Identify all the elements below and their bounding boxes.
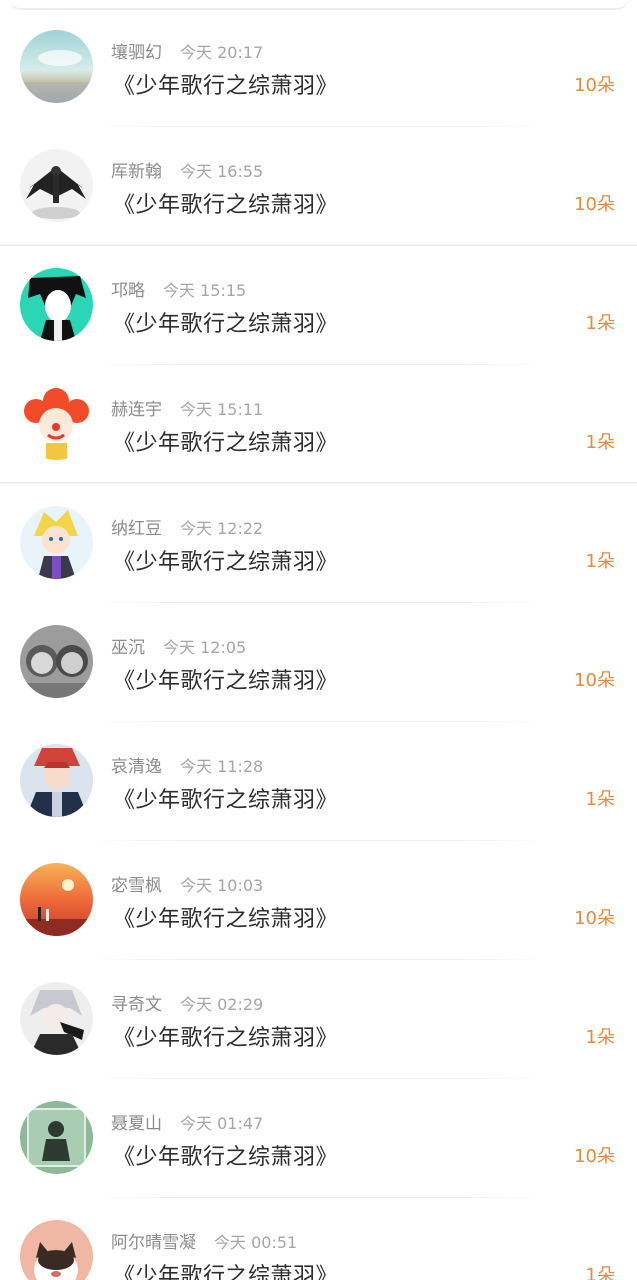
user-name: 纳红豆 今天 12:22: [111, 519, 264, 539]
gift-title: 《少年歌行之综萧羽》: [113, 907, 339, 932]
avatar[interactable]: [20, 387, 93, 460]
gift-title: 《少年歌行之综萧羽》: [113, 193, 339, 218]
flower-count: 10朵: [574, 670, 615, 691]
list-item[interactable]: 宓雪枫 今天 10:03 《少年歌行之综萧羽》 10朵: [0, 841, 637, 960]
list-item[interactable]: 巫沉 今天 12:05 《少年歌行之综萧羽》 10朵: [0, 603, 637, 722]
timestamp: 今天 15:11: [180, 400, 264, 419]
gift-title: 《少年歌行之综萧羽》: [113, 1026, 339, 1051]
gift-title: 《少年歌行之综萧羽》: [113, 74, 339, 99]
user-name: 阿尔晴雪凝 今天 00:51: [111, 1233, 298, 1253]
avatar[interactable]: [20, 863, 93, 936]
flower-count: 10朵: [574, 75, 615, 96]
avatar[interactable]: [20, 744, 93, 817]
avatar[interactable]: [20, 149, 93, 222]
timestamp: 今天 16:55: [180, 162, 264, 181]
gift-list-page: 壤驷幻 今天 20:17 《少年歌行之综萧羽》 10朵 厍新翰 今天 16:55 《…: [0, 0, 637, 1280]
gift-title: 《少年歌行之综萧羽》: [113, 1145, 339, 1170]
timestamp: 今天 10:03: [180, 876, 264, 895]
flower-count: 1朵: [585, 789, 615, 810]
user-name: 壤驷幻 今天 20:17: [111, 43, 264, 63]
gift-title: 《少年歌行之综萧羽》: [113, 431, 339, 456]
user-name: 邛略 今天 15:15: [111, 281, 247, 301]
avatar[interactable]: [20, 1220, 93, 1280]
list-item[interactable]: 邛略 今天 15:15 《少年歌行之综萧羽》 1朵: [0, 246, 637, 365]
timestamp: 今天 20:17: [180, 43, 264, 62]
list-item[interactable]: 聂夏山 今天 01:47 《少年歌行之综萧羽》 10朵: [0, 1079, 637, 1198]
list-item[interactable]: 壤驷幻 今天 20:17 《少年歌行之综萧羽》 10朵: [0, 8, 637, 127]
gift-title: 《少年歌行之综萧羽》: [113, 669, 339, 694]
list-item[interactable]: 阿尔晴雪凝 今天 00:51 《少年歌行之综萧羽》 1朵: [0, 1198, 637, 1280]
user-name: 赫连宇 今天 15:11: [111, 400, 264, 420]
avatar[interactable]: [20, 625, 93, 698]
avatar[interactable]: [20, 268, 93, 341]
flower-count: 1朵: [585, 551, 615, 572]
user-name: 哀清逸 今天 11:28: [111, 757, 264, 777]
list-item[interactable]: 纳红豆 今天 12:22 《少年歌行之综萧羽》 1朵: [0, 484, 637, 603]
user-name: 聂夏山 今天 01:47: [111, 1114, 264, 1134]
list-item[interactable]: 寻奇文 今天 02:29 《少年歌行之综萧羽》 1朵: [0, 960, 637, 1079]
user-name: 宓雪枫 今天 10:03: [111, 876, 264, 896]
avatar[interactable]: [20, 506, 93, 579]
list-item[interactable]: 厍新翰 今天 16:55 《少年歌行之综萧羽》 10朵: [0, 127, 637, 246]
avatar[interactable]: [20, 1101, 93, 1174]
flower-count: 1朵: [585, 1265, 615, 1280]
flower-count: 10朵: [574, 1146, 615, 1167]
timestamp: 今天 12:05: [163, 638, 247, 657]
timestamp: 今天 01:47: [180, 1114, 264, 1133]
timestamp: 今天 02:29: [180, 995, 264, 1014]
list-item[interactable]: 哀清逸 今天 11:28 《少年歌行之综萧羽》 1朵: [0, 722, 637, 841]
flower-count: 1朵: [585, 1027, 615, 1048]
timestamp: 今天 00:51: [214, 1233, 298, 1252]
timestamp: 今天 11:28: [180, 757, 264, 776]
gift-title: 《少年歌行之综萧羽》: [113, 788, 339, 813]
avatar[interactable]: [20, 30, 93, 103]
flower-count: 10朵: [574, 194, 615, 215]
gift-title: 《少年歌行之综萧羽》: [113, 1264, 339, 1280]
list-item[interactable]: 赫连宇 今天 15:11 《少年歌行之综萧羽》 1朵: [0, 365, 637, 484]
user-name: 厍新翰 今天 16:55: [111, 162, 264, 182]
gift-record-list: 壤驷幻 今天 20:17 《少年歌行之综萧羽》 10朵 厍新翰 今天 16:55 《…: [0, 8, 637, 1280]
timestamp: 今天 12:22: [180, 519, 264, 538]
user-name: 寻奇文 今天 02:29: [111, 995, 264, 1015]
flower-count: 1朵: [585, 432, 615, 453]
flower-count: 1朵: [585, 313, 615, 334]
gift-title: 《少年歌行之综萧羽》: [113, 550, 339, 575]
timestamp: 今天 15:15: [163, 281, 247, 300]
flower-count: 10朵: [574, 908, 615, 929]
avatar[interactable]: [20, 982, 93, 1055]
gift-title: 《少年歌行之综萧羽》: [113, 312, 339, 337]
user-name: 巫沉 今天 12:05: [111, 638, 247, 658]
